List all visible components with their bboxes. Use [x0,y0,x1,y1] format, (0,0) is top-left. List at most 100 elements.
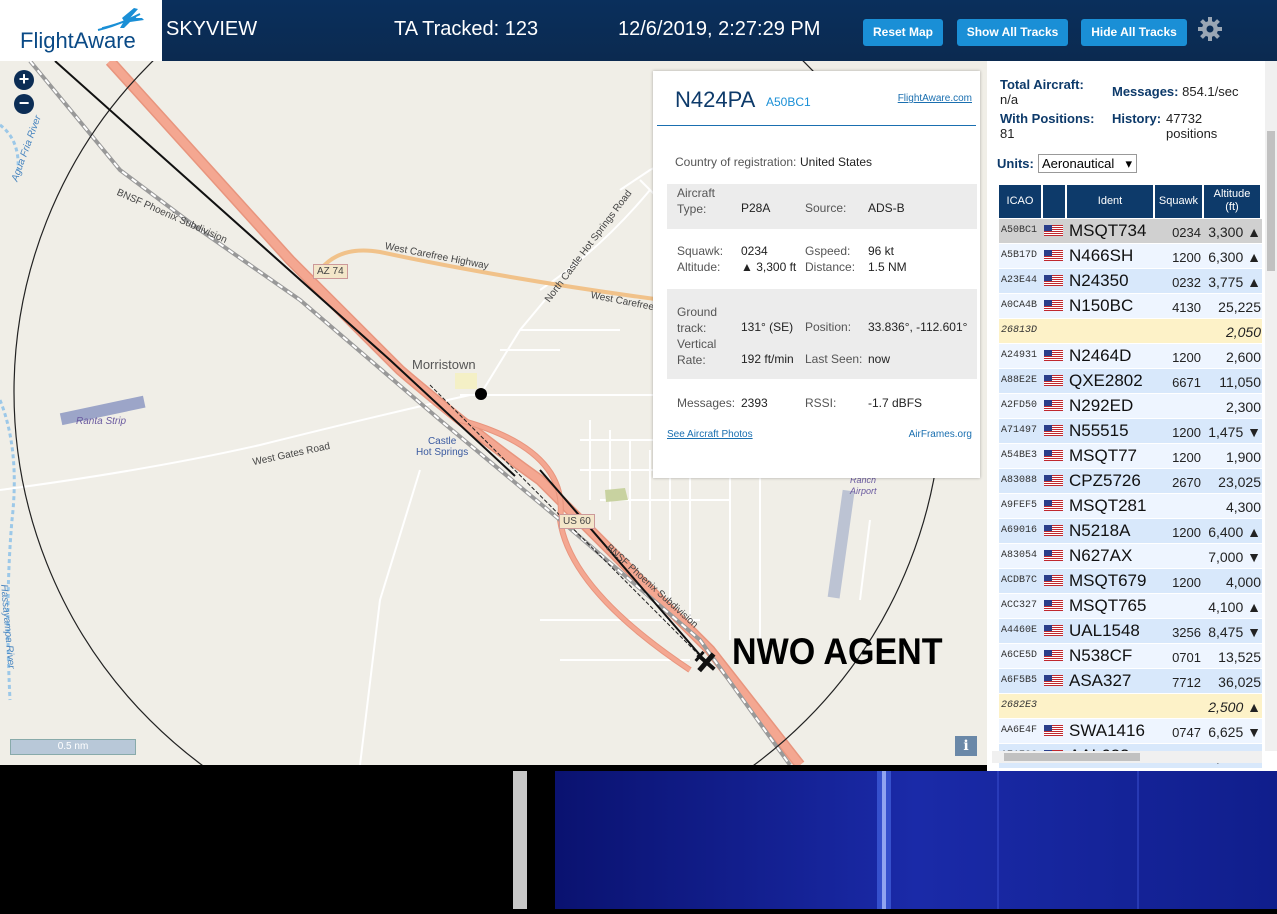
track-label: Ground track: [677,305,718,335]
row-ident: N538CF [1069,646,1133,665]
row-icao: A2FD50 [1001,400,1038,411]
lastseen-value: now [868,352,891,366]
row-squawk: 1200 [1172,350,1201,365]
table-row[interactable]: A4460E UAL1548 3256 8,475 ▼ [999,619,1262,644]
col-altitude[interactable]: Altitude (ft) [1204,185,1260,218]
row-altitude: 1,475 ▼ [1208,424,1261,440]
col-squawk[interactable]: Squawk [1155,185,1202,218]
us-flag-icon [1044,300,1063,311]
gspeed-value: 96 kt [868,244,895,258]
divider [657,125,976,126]
row-ident: MSQT765 [1069,596,1147,615]
row-icao: A69016 [1001,525,1038,536]
zoom-in-button[interactable]: + [14,70,34,90]
row-squawk: 0701 [1172,650,1201,665]
position-value: 33.836°, -112.601° [868,320,968,334]
messages-value: 2393 [741,396,768,410]
row-altitude: 2,050 [1225,324,1261,340]
reset-map-button[interactable]: Reset Map [863,19,943,46]
row-squawk: 1200 [1172,250,1201,265]
row-icao: A4460E [1001,625,1038,636]
row-altitude: 3,300 ▲ [1208,224,1261,240]
col-ident[interactable]: Ident [1067,185,1153,218]
us-flag-icon [1044,225,1063,236]
show-all-tracks-button[interactable]: Show All Tracks [957,19,1068,46]
row-ident: N55515 [1069,421,1129,440]
table-row[interactable]: A0CA4BN150BC413025,225 ▲ [999,294,1262,331]
rssi-value: -1.7 dBFS [868,396,923,410]
map-label-castle: Castle Hot Springs [416,436,469,458]
header-bar: FlightAware SKYVIEW TA Tracked: 123 12/6… [0,0,1277,61]
vrate-label: Vertical Rate: [677,337,717,367]
table-row[interactable]: A5B17D N466SH 1200 6,300 ▲ [999,244,1262,269]
table-row[interactable]: A71497 N55515 1200 1,475 ▼ [999,419,1262,444]
table-row[interactable]: A6F5B5 ASA327 7712 36,025 [999,669,1262,694]
map-info-button[interactable]: i [955,736,977,756]
table-row[interactable]: A83088CPZ5726267023,025 ▲ [999,469,1262,506]
table-row[interactable]: AA6E4F SWA1416 0747 6,625 ▼ [999,719,1262,744]
row-ident: MSQT281 [1069,496,1147,515]
us-flag-icon [1044,650,1063,661]
row-ident: N150BC [1069,296,1134,315]
row-icao: A6CE5D [1001,650,1038,661]
flightaware-logo[interactable]: FlightAware [0,0,162,61]
messages-rate: Messages: 854.1/sec [1112,84,1239,99]
airframes-link[interactable]: AirFrames.org [909,429,972,440]
row-altitude: 3,775 ▲ [1208,274,1261,290]
scroll-thumb[interactable] [1267,131,1275,271]
table-row[interactable]: ACC327 MSQT765 4,100 ▲ [999,594,1262,619]
col-flag[interactable] [1043,185,1065,218]
datetime: 12/6/2019, 2:27:29 PM [618,18,821,40]
hide-all-tracks-button[interactable]: Hide All Tracks [1081,19,1187,46]
row-squawk: 1200 [1172,575,1201,590]
table-row[interactable]: A9FEF5 MSQT281 4,300 [999,494,1262,519]
table-row[interactable]: A54BE3 MSQT77 1200 1,900 [999,444,1262,469]
position-label: Position: [805,320,852,334]
row-icao: A83088 [1001,475,1038,486]
map-label-us60: US 60 [559,514,595,529]
table-row[interactable]: A50BC1 MSQT734 0234 3,300 ▲ [999,219,1262,244]
row-icao: A0CA4B [1001,300,1038,311]
units-select[interactable]: Aeronautical ▾ [1038,154,1137,173]
row-ident: MSQT734 [1069,221,1147,240]
map-label-ranta: Ranta Strip [76,416,127,427]
us-flag-icon [1044,425,1063,436]
table-row[interactable]: A69016 N5218A 1200 6,400 ▲ [999,519,1262,544]
map-label-az74: AZ 74 [313,264,348,279]
aircraft-detail-popup: N424PA A50BC1 FlightAware.com Country of… [653,71,980,478]
messages-label: Messages: [677,396,736,410]
app-title: SKYVIEW [166,18,258,40]
table-row[interactable]: A88E2EQXE2802667111,050 ▼ [999,369,1262,406]
aircraft-hex[interactable]: A50BC1 [766,95,811,109]
table-row[interactable]: A24931 N2464D 1200 2,600 [999,344,1262,369]
horizontal-scrollbar[interactable] [992,751,1262,763]
table-row[interactable]: ACDB7C MSQT679 1200 4,000 [999,569,1262,594]
gear-icon[interactable] [1197,16,1223,42]
table-row[interactable]: A23E44 N24350 0232 3,775 ▲ [999,269,1262,294]
spectrum-waterfall [527,771,1277,909]
col-icao[interactable]: ICAO [999,185,1041,218]
row-ident: N24350 [1069,271,1129,290]
row-ident: SWA1416 [1069,721,1145,740]
source-value: ADS-B [868,201,905,215]
with-positions-value: 81 [1000,126,1015,141]
table-row[interactable]: A6CE5DN538CF070113,525 ▲ [999,644,1262,681]
aircraft-photos-link[interactable]: See Aircraft Photos [667,429,753,440]
table-row[interactable]: A83054 N627AX 7,000 ▼ [999,544,1262,569]
flightaware-link[interactable]: FlightAware.com [898,93,972,104]
row-squawk: 6671 [1172,375,1201,390]
row-icao: AA6E4F [1001,725,1038,736]
row-ident: CPZ5726 [1069,471,1141,490]
us-flag-icon [1044,250,1063,261]
table-row[interactable]: 26813D 2,050 [999,319,1262,344]
row-ident: N5218A [1069,521,1131,540]
hscroll-thumb[interactable] [1004,753,1140,761]
row-icao: A71497 [1001,425,1038,436]
vertical-scrollbar[interactable] [1265,61,1277,751]
zoom-out-button[interactable]: − [14,94,34,114]
us-flag-icon [1044,275,1063,286]
row-altitude: 1,900 [1225,449,1261,465]
table-row[interactable]: 2682E3 2,500 ▲ [999,694,1262,719]
table-row[interactable]: A2FD50 N292ED 2,300 [999,394,1262,419]
row-icao: A5B17D [1001,250,1038,261]
